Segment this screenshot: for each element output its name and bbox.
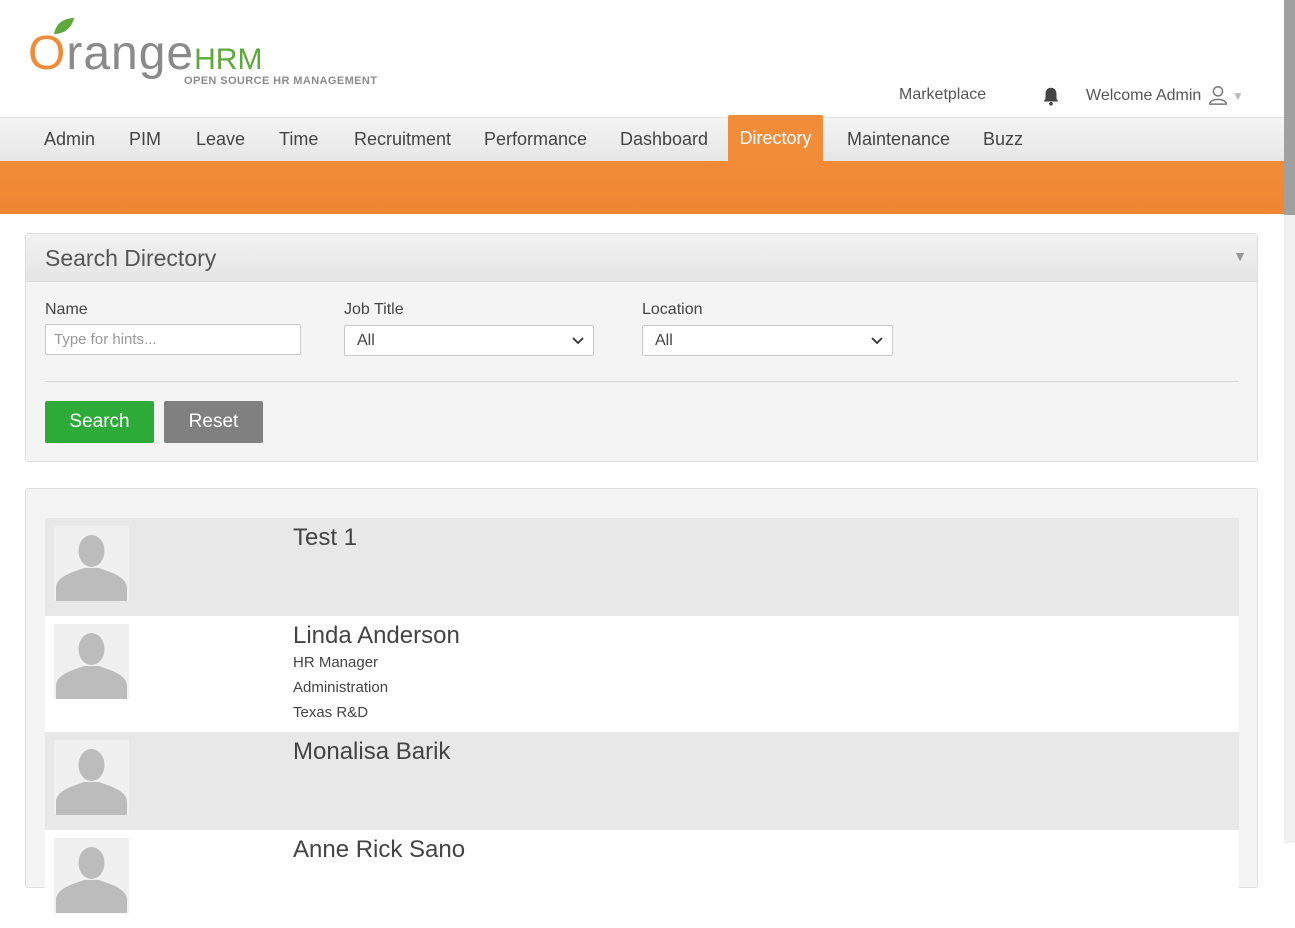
logo-wordmark: OrangeHRM (28, 27, 263, 80)
avatar (54, 526, 129, 601)
user-icon[interactable] (1207, 84, 1229, 106)
employee-department: Administration (293, 679, 389, 696)
employee-job-title: HR Manager (293, 654, 379, 671)
main-menu: Admin PIM Leave Time Recruitment Perform… (0, 115, 1284, 162)
list-item[interactable]: Linda Anderson HR Manager Administration… (45, 616, 1239, 732)
form-divider (45, 381, 1239, 382)
employee-name[interactable]: Linda Anderson (293, 622, 460, 650)
avatar (54, 838, 129, 913)
list-item[interactable]: Monalisa Barik (45, 732, 1239, 830)
default-person-icon (56, 847, 127, 913)
chevron-down-icon (871, 337, 883, 345)
menu-item-maintenance[interactable]: Maintenance (834, 118, 963, 162)
location-select[interactable]: All (642, 325, 893, 356)
default-person-icon (56, 633, 127, 699)
orangehrm-logo[interactable]: OrangeHRM OPEN SOURCE HR MANAGEMENT (28, 16, 388, 96)
location-label: Location (642, 301, 703, 318)
welcome-admin-menu[interactable]: Welcome Admin (1086, 87, 1201, 105)
menu-item-buzz[interactable]: Buzz (970, 118, 1036, 162)
chevron-down-icon[interactable]: ▼ (1232, 89, 1244, 103)
search-panel-title: Search Directory (45, 245, 217, 271)
list-item[interactable]: Test 1 (45, 518, 1239, 616)
employee-name[interactable]: Test 1 (293, 524, 357, 552)
menu-item-recruitment[interactable]: Recruitment (341, 118, 464, 162)
location-selected-value: All (655, 332, 673, 349)
search-panel-header: Search Directory ▼ (26, 234, 1257, 282)
menu-item-dashboard[interactable]: Dashboard (607, 118, 721, 162)
scrollbar-thumb[interactable] (1284, 0, 1295, 215)
employee-name[interactable]: Anne Rick Sano (293, 836, 465, 864)
menu-item-time[interactable]: Time (266, 118, 331, 162)
job-title-selected-value: All (357, 332, 375, 349)
search-button[interactable]: Search (45, 401, 154, 443)
employee-location: Texas R&D (293, 704, 369, 721)
menu-item-leave[interactable]: Leave (183, 118, 258, 162)
name-input[interactable] (45, 324, 301, 355)
menu-item-pim[interactable]: PIM (116, 118, 174, 162)
menu-item-performance[interactable]: Performance (471, 118, 600, 162)
chevron-down-icon (572, 337, 584, 345)
menu-item-directory[interactable]: Directory (728, 115, 823, 162)
default-person-icon (56, 535, 127, 601)
header: OrangeHRM OPEN SOURCE HR MANAGEMENT Mark… (0, 0, 1284, 117)
collapse-toggle-icon[interactable]: ▼ (1233, 248, 1247, 264)
menu-item-admin[interactable]: Admin (31, 118, 108, 162)
avatar (54, 624, 129, 699)
marketplace-link[interactable]: Marketplace (899, 86, 986, 104)
bell-icon[interactable] (1040, 85, 1062, 107)
reset-button[interactable]: Reset (164, 401, 263, 443)
name-label: Name (45, 301, 88, 318)
job-title-label: Job Title (344, 301, 404, 318)
orange-banner (0, 161, 1284, 214)
avatar (54, 740, 129, 815)
list-item[interactable]: Anne Rick Sano (45, 830, 1239, 928)
job-title-select[interactable]: All (344, 325, 594, 356)
search-directory-panel: Search Directory ▼ Name Job Title All Lo… (25, 233, 1258, 462)
default-person-icon (56, 749, 127, 815)
directory-results: Test 1 Linda Anderson HR Manager Adminis… (25, 488, 1258, 928)
logo-tagline: OPEN SOURCE HR MANAGEMENT (184, 75, 378, 87)
employee-name[interactable]: Monalisa Barik (293, 738, 450, 766)
